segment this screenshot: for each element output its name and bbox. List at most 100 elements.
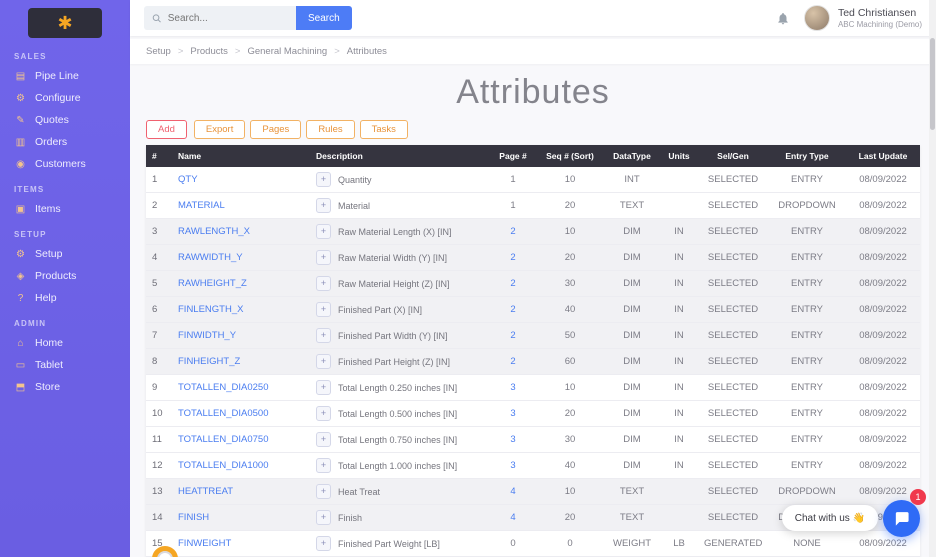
attribute-name-link[interactable]: TOTALLEN_DIA0750 (178, 434, 268, 445)
table-row: 10TOTALLEN_DIA0500+Total Length 0.500 in… (146, 401, 920, 427)
expand-plus-button[interactable]: + (316, 276, 331, 291)
sidebar-item-setup[interactable]: ⚙Setup (0, 243, 130, 265)
page-number-link[interactable]: 2 (510, 356, 515, 367)
expand-plus-button[interactable]: + (316, 198, 331, 213)
sidebar-item-quotes[interactable]: ✎Quotes (0, 109, 130, 131)
expand-plus-button[interactable]: + (316, 536, 331, 551)
breadcrumb-item[interactable]: Products (190, 46, 228, 57)
attribute-name-link[interactable]: TOTALLEN_DIA0500 (178, 408, 268, 419)
column-header: Entry Type (768, 145, 846, 167)
sidebar-item-store[interactable]: ⬒Store (0, 376, 130, 398)
selgen-cell: SELECTED (698, 349, 768, 375)
selgen-cell: GENERATED (698, 531, 768, 557)
sidebar-item-configure[interactable]: ⚙Configure (0, 87, 130, 109)
page-number-link[interactable]: 3 (510, 408, 515, 419)
expand-plus-button[interactable]: + (316, 406, 331, 421)
lastupdate-cell: 08/09/2022 (846, 271, 920, 297)
expand-plus-button[interactable]: + (316, 458, 331, 473)
sidebar-item-products[interactable]: ◈Products (0, 265, 130, 287)
expand-plus-button[interactable]: + (316, 172, 331, 187)
attribute-name-link[interactable]: RAWHEIGHT_Z (178, 278, 247, 289)
notifications-bell-icon[interactable] (776, 11, 790, 26)
breadcrumb-separator: > (178, 46, 184, 57)
name-cell: FINWIDTH_Y (172, 323, 310, 349)
page-number-link[interactable]: 2 (510, 330, 515, 341)
toolbar-button-rules[interactable]: Rules (306, 120, 354, 139)
expand-plus-button[interactable]: + (316, 380, 331, 395)
attribute-name-link[interactable]: TOTALLEN_DIA1000 (178, 460, 268, 471)
name-cell: MATERIAL (172, 193, 310, 219)
attribute-name-link[interactable]: FINWIDTH_Y (178, 330, 236, 341)
row-number-cell: 14 (146, 505, 172, 531)
datatype-cell: DIM (604, 219, 660, 245)
sidebar-item-pipe-line[interactable]: ▤Pipe Line (0, 65, 130, 87)
expand-plus-button[interactable]: + (316, 302, 331, 317)
toolbar-button-export[interactable]: Export (194, 120, 245, 139)
app-logo[interactable]: ✱ (28, 8, 102, 38)
expand-plus-button[interactable]: + (316, 224, 331, 239)
lastupdate-cell: 08/09/2022 (846, 427, 920, 453)
description-text: Finished Part Width (Y) [IN] (338, 331, 448, 341)
expand-plus-button[interactable]: + (316, 484, 331, 499)
row-number-cell: 1 (146, 167, 172, 193)
breadcrumb-item[interactable]: Setup (146, 46, 171, 57)
expand-plus-button[interactable]: + (316, 328, 331, 343)
attribute-name-link[interactable]: TOTALLEN_DIA0250 (178, 382, 268, 393)
description-text: Heat Treat (338, 487, 380, 497)
expand-plus-button[interactable]: + (316, 250, 331, 265)
attribute-name-link[interactable]: FINHEIGHT_Z (178, 356, 240, 367)
sidebar-item-customers[interactable]: ◉Customers (0, 153, 130, 175)
sidebar-item-tablet[interactable]: ▭Tablet (0, 354, 130, 376)
scrollbar-thumb[interactable] (930, 38, 935, 130)
expand-plus-button[interactable]: + (316, 510, 331, 525)
attribute-name-link[interactable]: HEATTREAT (178, 486, 233, 497)
column-header: # (146, 145, 172, 167)
name-cell: RAWHEIGHT_Z (172, 271, 310, 297)
breadcrumb-item[interactable]: General Machining (247, 46, 327, 57)
page-number-link[interactable]: 2 (510, 304, 515, 315)
attribute-name-link[interactable]: MATERIAL (178, 200, 225, 211)
units-cell (660, 167, 698, 193)
description-cell: +Total Length 0.250 inches [IN] (310, 375, 490, 401)
attribute-name-link[interactable]: FINISH (178, 512, 209, 523)
user-menu[interactable]: Ted Christiansen ABC Machining (Demo) (804, 5, 922, 31)
chat-with-us-pill[interactable]: Chat with us 👋 (782, 505, 878, 531)
sidebar-item-label: Items (35, 203, 61, 215)
attribute-name-link[interactable]: FINLENGTH_X (178, 304, 243, 315)
page-number-link[interactable]: 2 (510, 252, 515, 263)
expand-plus-button[interactable]: + (316, 354, 331, 369)
attribute-name-link[interactable]: QTY (178, 174, 198, 185)
expand-plus-button[interactable]: + (316, 432, 331, 447)
vertical-scrollbar[interactable] (929, 0, 936, 557)
toolbar-button-pages[interactable]: Pages (250, 120, 301, 139)
sidebar-item-items[interactable]: ▣Items (0, 198, 130, 220)
attribute-name-link[interactable]: RAWWIDTH_Y (178, 252, 243, 263)
add-button[interactable]: Add (146, 120, 187, 139)
description-cell: +Raw Material Length (X) [IN] (310, 219, 490, 245)
attribute-name-link[interactable]: FINWEIGHT (178, 538, 231, 549)
page-number-link[interactable]: 2 (510, 278, 515, 289)
page-number-link[interactable]: 3 (510, 382, 515, 393)
chat-launcher-button[interactable] (883, 500, 920, 537)
description-text: Raw Material Width (Y) [IN] (338, 253, 447, 263)
search-input[interactable] (168, 13, 288, 24)
page-number-link[interactable]: 2 (510, 226, 515, 237)
page-number-link[interactable]: 3 (510, 434, 515, 445)
sidebar-item-home[interactable]: ⌂Home (0, 332, 130, 354)
search-button[interactable]: Search (296, 6, 352, 30)
page-number-link[interactable]: 3 (510, 460, 515, 471)
toolbar-button-tasks[interactable]: Tasks (360, 120, 408, 139)
sidebar-item-help[interactable]: ?Help (0, 287, 130, 309)
attribute-name-link[interactable]: RAWLENGTH_X (178, 226, 250, 237)
breadcrumb-item: Attributes (347, 46, 387, 57)
description-text: Material (338, 201, 370, 211)
column-header: Name (172, 145, 310, 167)
page-number-link[interactable]: 4 (510, 512, 515, 523)
seq-cell: 30 (536, 427, 604, 453)
table-row: 4RAWWIDTH_Y+Raw Material Width (Y) [IN]2… (146, 245, 920, 271)
page-number-link[interactable]: 4 (510, 486, 515, 497)
entrytype-cell: ENTRY (768, 349, 846, 375)
description-wrap: +Total Length 0.500 inches [IN] (316, 406, 484, 421)
sidebar-item-orders[interactable]: ▥Orders (0, 131, 130, 153)
sidebar-item-label: Store (35, 381, 60, 393)
